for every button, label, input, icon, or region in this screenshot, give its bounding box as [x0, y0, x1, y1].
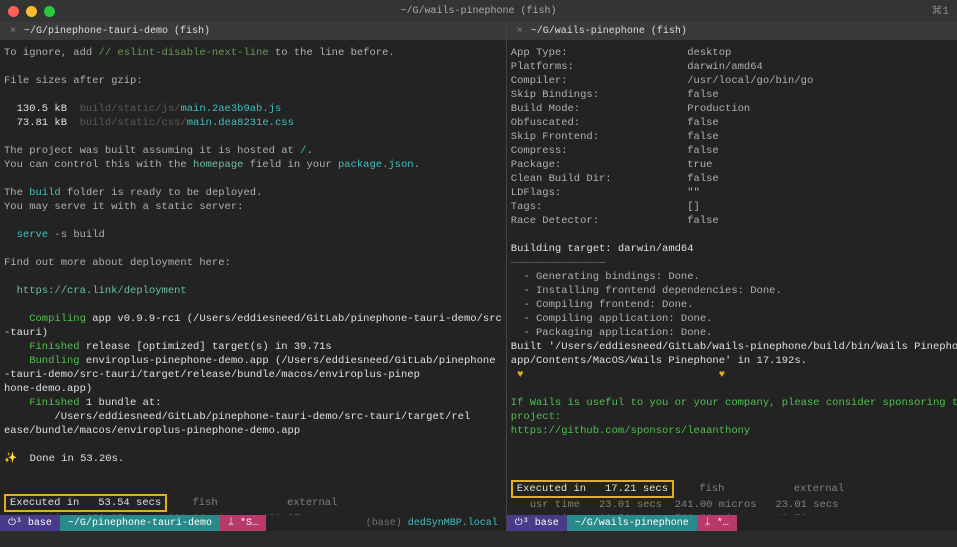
props-block: App Type: desktop Platforms: darwin/amd6… — [511, 47, 813, 227]
text: folder is ready to be deployed. — [61, 187, 263, 199]
tab-title: ~/G/pinephone-tauri-demo (fish) — [24, 26, 210, 37]
tab-left[interactable]: × ~/G/pinephone-tauri-demo (fish) — [0, 22, 506, 40]
tab-right[interactable]: × ~/G/wails-pinephone (fish) — [507, 22, 957, 40]
text: . — [414, 159, 420, 171]
zoom-icon[interactable] — [44, 6, 55, 17]
status-path[interactable]: ~/G/wails-pinephone — [567, 515, 697, 531]
text: Find out more about deployment here: — [4, 257, 231, 269]
text: fish external — [674, 483, 844, 495]
statusbar-left: ⏻³ base ~/G/pinephone-tauri-demo ᛦ *S… (… — [0, 515, 506, 531]
text: Done in 53.20s. — [17, 453, 124, 465]
text: homepage — [193, 159, 243, 171]
text: field in your — [243, 159, 338, 171]
link: https://cra.link/deployment — [4, 285, 187, 297]
sparkle-icon: ✨ — [4, 453, 17, 465]
exec-time: Executed in 53.54 secs — [10, 497, 161, 509]
text: The project was built assuming it is hos… — [4, 145, 300, 157]
label: Compiling — [4, 313, 86, 325]
close-tab-icon[interactable]: × — [8, 26, 18, 36]
cmd: serve — [4, 229, 48, 241]
text: Building target: darwin/amd64 — [511, 243, 694, 255]
exec-highlight: Executed in 53.54 secs — [4, 494, 167, 512]
pane-right: × ~/G/wails-pinephone (fish) App Type: d… — [506, 22, 957, 531]
exec-time: Executed in 17.21 secs — [517, 483, 668, 495]
status-git[interactable]: ᛦ *… — [697, 515, 737, 531]
status-git[interactable]: ᛦ *S… — [220, 515, 266, 531]
text: /Users/eddiesneed/GitLab/pinephone-tauri… — [4, 411, 470, 437]
text: usr time 23.01 secs 241.00 micros 23.01 … — [511, 499, 839, 511]
text: To ignore, add — [4, 47, 99, 59]
text: File sizes after gzip: — [4, 75, 143, 87]
label: Finished — [4, 397, 80, 409]
size: 73.81 kB — [4, 117, 67, 129]
traffic-lights — [8, 6, 55, 17]
sponsor-link: https://github.com/sponsors/leaanthony — [511, 425, 750, 437]
label: Finished — [4, 341, 80, 353]
window-title: ~/G/wails-pinephone (fish) — [400, 6, 556, 17]
panes: × ~/G/pinephone-tauri-demo (fish) To ign… — [0, 22, 957, 531]
file: main.dea8231e.css — [187, 117, 294, 129]
terminal-left-content[interactable]: To ignore, add // eslint-disable-next-li… — [0, 40, 506, 515]
pane-left: × ~/G/pinephone-tauri-demo (fish) To ign… — [0, 22, 506, 531]
text: package.json — [338, 159, 414, 171]
steps-block: - Generating bindings: Done. - Installin… — [511, 271, 782, 339]
text: Built '/Users/eddiesneed/GitLab/wails-pi… — [511, 341, 957, 367]
titlebar: ~/G/wails-pinephone (fish) ⌘1 — [0, 0, 957, 22]
titlebar-menu-icon[interactable]: ⌘1 — [931, 4, 949, 18]
tab-title: ~/G/wails-pinephone (fish) — [531, 26, 687, 37]
text: You may serve it with a static server: — [4, 201, 243, 213]
minimize-icon[interactable] — [26, 6, 37, 17]
status-host: (base) dedSynMBP.local — [366, 518, 506, 529]
status-path[interactable]: ~/G/pinephone-tauri-demo — [60, 515, 220, 531]
status-env[interactable]: ⏻³ base — [0, 515, 60, 531]
text: -s build — [48, 229, 105, 241]
text: // eslint-disable-next-line — [99, 47, 269, 59]
text: 1 bundle at: — [80, 397, 162, 409]
divider: ——————————————— — [511, 257, 606, 269]
status-env[interactable]: ⏻³ base — [507, 515, 567, 531]
statusbar-right: ⏻³ base ~/G/wails-pinephone ᛦ *… — [507, 515, 957, 531]
path: build/static/js/ — [67, 103, 180, 115]
path: build/static/css/ — [67, 117, 187, 129]
decoration: ♥ ♥ — [511, 369, 732, 381]
sponsor-text: If Wails is useful to you or your compan… — [511, 397, 957, 423]
close-icon[interactable] — [8, 6, 19, 17]
terminal-right-content[interactable]: App Type: desktop Platforms: darwin/amd6… — [507, 40, 957, 515]
text: The — [4, 187, 29, 199]
size: 130.5 kB — [4, 103, 67, 115]
exec-highlight: Executed in 17.21 secs — [511, 480, 674, 498]
close-tab-icon[interactable]: × — [515, 26, 525, 36]
text: to the line before. — [269, 47, 395, 59]
text: You can control this with the — [4, 159, 193, 171]
text: release [optimized] target(s) in 39.71s — [80, 341, 332, 353]
file: main.2ae3b9ab.js — [180, 103, 281, 115]
text: fish external — [167, 497, 337, 509]
label: Bundling — [4, 355, 80, 367]
text: build — [29, 187, 61, 199]
text: . — [306, 145, 312, 157]
